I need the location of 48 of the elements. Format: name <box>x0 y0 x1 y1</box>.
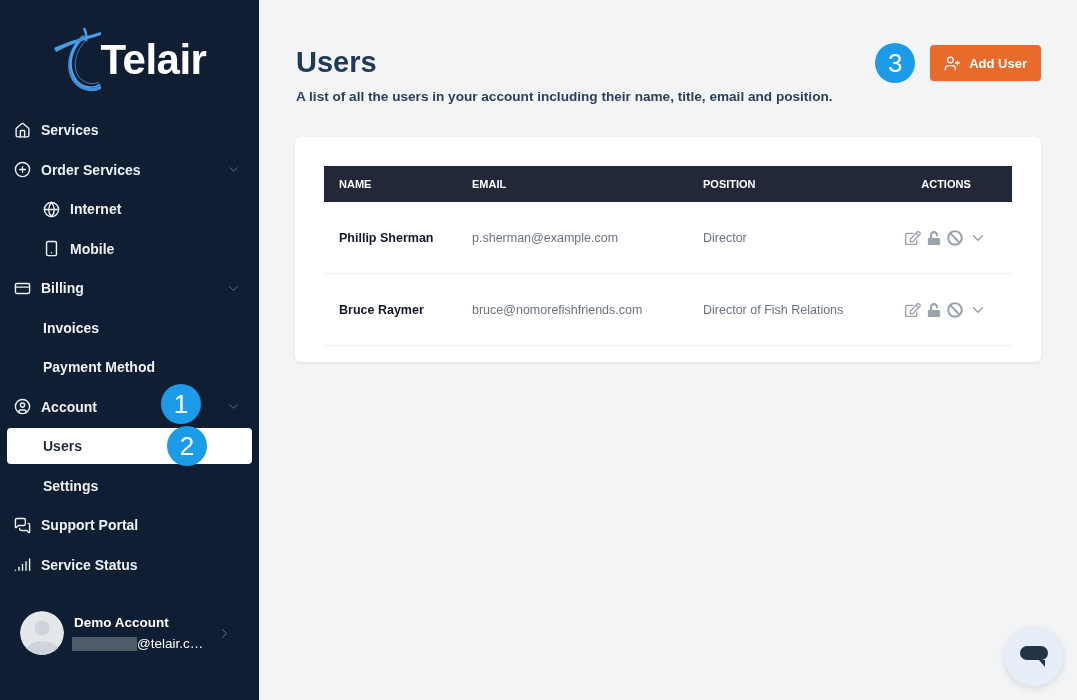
globe-icon <box>43 200 60 218</box>
column-header: POSITION <box>688 166 880 202</box>
nav-item[interactable]: Billing <box>7 270 88 306</box>
page-subtitle: A list of all the users in your account including their name, title, email and position. <box>296 89 833 105</box>
account-email: @telair.c… <box>137 635 204 653</box>
nav-item[interactable]: Account <box>7 388 101 425</box>
edit-icon[interactable] <box>905 229 921 246</box>
nav-item[interactable]: Support Portal <box>7 507 143 543</box>
account-name: Demo Account <box>74 614 170 632</box>
ban-icon[interactable] <box>947 301 963 318</box>
user-email: p.sherman@example.com <box>472 230 619 245</box>
nav-item[interactable]: Services <box>7 112 103 148</box>
logo-swoosh-icon <box>52 27 101 93</box>
avatar-icon <box>20 611 64 655</box>
user-position: Director <box>703 230 747 245</box>
padlock-open-icon[interactable] <box>927 302 941 317</box>
chat-button[interactable] <box>1005 628 1063 686</box>
chat-bubbles-icon <box>14 516 31 534</box>
user-email: bruce@nomorefishfriends.com <box>472 302 643 317</box>
user-name: Bruce Raymer <box>339 302 424 317</box>
nav-item[interactable]: Payment Method <box>7 349 159 385</box>
nav-item[interactable]: Internet <box>7 191 126 227</box>
column-header: NAME <box>324 166 457 202</box>
user-position: Director of Fish Relations <box>703 302 844 317</box>
nav-item[interactable]: Users 2 <box>7 428 252 464</box>
smartphone-icon <box>43 240 60 257</box>
edit-icon[interactable] <box>905 301 921 318</box>
logo-text: Telair <box>100 39 207 81</box>
nav-item[interactable]: Order Services <box>7 151 145 188</box>
page-title: Users <box>296 45 378 80</box>
chat-icon <box>1020 646 1048 668</box>
step-callout: 3 <box>875 43 916 83</box>
step-callout: 2 <box>167 426 207 466</box>
plus-circle-icon <box>14 161 31 178</box>
house-icon <box>14 121 31 139</box>
nav-item[interactable]: Invoices <box>7 309 104 346</box>
signal-bars-icon <box>14 556 31 573</box>
nav-item[interactable]: Mobile <box>7 230 119 267</box>
step-callout: 1 <box>161 383 201 424</box>
nav-item[interactable]: Service Status <box>7 546 142 583</box>
user-circle-icon <box>14 398 31 415</box>
ban-icon[interactable] <box>947 229 963 246</box>
user-name: Phillip Sherman <box>339 230 434 245</box>
column-header: ACTIONS <box>880 166 1012 202</box>
column-header: EMAIL <box>457 166 688 202</box>
padlock-open-icon[interactable] <box>927 230 941 245</box>
nav-item[interactable]: Settings <box>7 467 103 504</box>
user-plus-icon <box>944 54 962 72</box>
